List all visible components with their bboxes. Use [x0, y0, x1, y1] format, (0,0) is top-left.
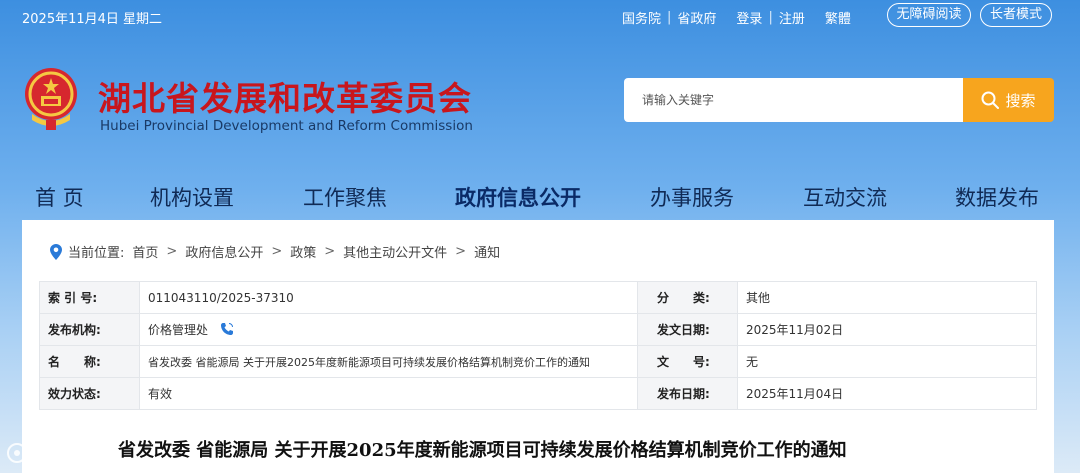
document-meta-table: 索 引 号: 011043110/2025-37310 分 类: 其他 发布机构…	[39, 281, 1037, 410]
watermark: 大数跨境	[6, 440, 100, 465]
elder-mode-button[interactable]: 长者模式	[980, 3, 1052, 27]
document-title: 省发改委 省能源局 关于开展2025年度新能源项目可持续发展价格结算机制竞价工作…	[118, 440, 847, 461]
table-row: 名 称: 省发改委 省能源局 关于开展2025年度新能源项目可持续发展价格结算机…	[39, 345, 1037, 378]
doc-no-value: 无	[737, 345, 1037, 378]
table-row: 效力状态: 有效 发布日期: 2025年11月04日	[39, 377, 1037, 410]
nav-work-focus[interactable]: 工作聚焦	[303, 182, 387, 212]
content-card: 当前位置: 首页 > 政府信息公开 > 政策 > 其他主动公开文件 > 通知 索…	[22, 220, 1054, 473]
search-input[interactable]	[624, 78, 964, 122]
phone-icon[interactable]	[220, 322, 234, 336]
nav-services[interactable]: 办事服务	[650, 182, 734, 212]
site-subtitle: Hubei Provincial Development and Reform …	[100, 118, 473, 134]
traditional-chinese-link[interactable]: 繁體	[825, 8, 851, 27]
site-title: 湖北省发展和改革委员会	[98, 79, 472, 118]
issuer-cell: 价格管理处	[139, 313, 638, 346]
breadcrumb-gov-info[interactable]: 政府信息公开	[185, 242, 263, 261]
category-value: 其他	[737, 281, 1037, 314]
breadcrumb-notice[interactable]: 通知	[474, 242, 500, 261]
issuer-value: 价格管理处	[148, 323, 209, 337]
doc-date-value: 2025年11月02日	[737, 313, 1037, 346]
nav-data-release[interactable]: 数据发布	[955, 182, 1039, 212]
search-button-label: 搜索	[1005, 91, 1036, 110]
watermark-text: 大数跨境	[32, 445, 100, 465]
status-value: 有效	[139, 377, 638, 410]
issuer-label: 发布机构:	[39, 313, 140, 346]
doc-no-label: 文 号:	[637, 345, 738, 378]
table-row: 索 引 号: 011043110/2025-37310 分 类: 其他	[39, 281, 1037, 314]
separator: |	[768, 10, 773, 25]
national-emblem-icon	[22, 66, 80, 132]
top-bar: 2025年11月4日 星期二 国务院 | 省政府 登录 | 注册 繁體 无障碍阅…	[0, 0, 1080, 32]
search-button[interactable]: 搜索	[963, 78, 1054, 122]
category-label: 分 类:	[637, 281, 738, 314]
top-links: 国务院 | 省政府 登录 | 注册 繁體	[622, 8, 851, 27]
status-label: 效力状态:	[39, 377, 140, 410]
breadcrumb-label: 当前位置:	[68, 246, 125, 261]
link-provincial-gov[interactable]: 省政府	[677, 8, 716, 27]
name-label: 名 称:	[39, 345, 140, 378]
link-state-council[interactable]: 国务院	[622, 8, 661, 27]
breadcrumb-policy[interactable]: 政策	[290, 242, 316, 261]
name-value: 省发改委 省能源局 关于开展2025年度新能源项目可持续发展价格结算机制竞价工作…	[139, 345, 638, 378]
register-link[interactable]: 注册	[779, 8, 805, 27]
nav-organization[interactable]: 机构设置	[150, 182, 234, 212]
nav-gov-info[interactable]: 政府信息公开	[455, 182, 581, 212]
publish-date-label: 发布日期:	[637, 377, 738, 410]
publish-date-value: 2025年11月04日	[737, 377, 1037, 410]
separator: |	[667, 10, 672, 25]
accessibility-button[interactable]: 无障碍阅读	[887, 3, 971, 27]
current-date: 2025年11月4日 星期二	[22, 12, 163, 27]
doc-date-label: 发文日期:	[637, 313, 738, 346]
nav-interaction[interactable]: 互动交流	[803, 182, 887, 212]
location-pin-icon	[50, 243, 62, 260]
index-value: 011043110/2025-37310	[139, 281, 638, 314]
watermark-logo-icon	[7, 442, 27, 463]
breadcrumb-other-files[interactable]: 其他主动公开文件	[343, 242, 447, 261]
breadcrumb: 当前位置: 首页 > 政府信息公开 > 政策 > 其他主动公开文件 > 通知	[50, 242, 500, 261]
table-row: 发布机构: 价格管理处 发文日期: 2025年11月02日	[39, 313, 1037, 346]
login-link[interactable]: 登录	[736, 8, 762, 27]
main-nav: 首 页 机构设置 工作聚焦 政府信息公开 办事服务 互动交流 数据发布	[0, 178, 1080, 218]
nav-home[interactable]: 首 页	[35, 182, 84, 212]
index-label: 索 引 号:	[39, 281, 140, 314]
breadcrumb-home[interactable]: 首页	[132, 242, 158, 261]
search-icon	[981, 91, 1000, 109]
